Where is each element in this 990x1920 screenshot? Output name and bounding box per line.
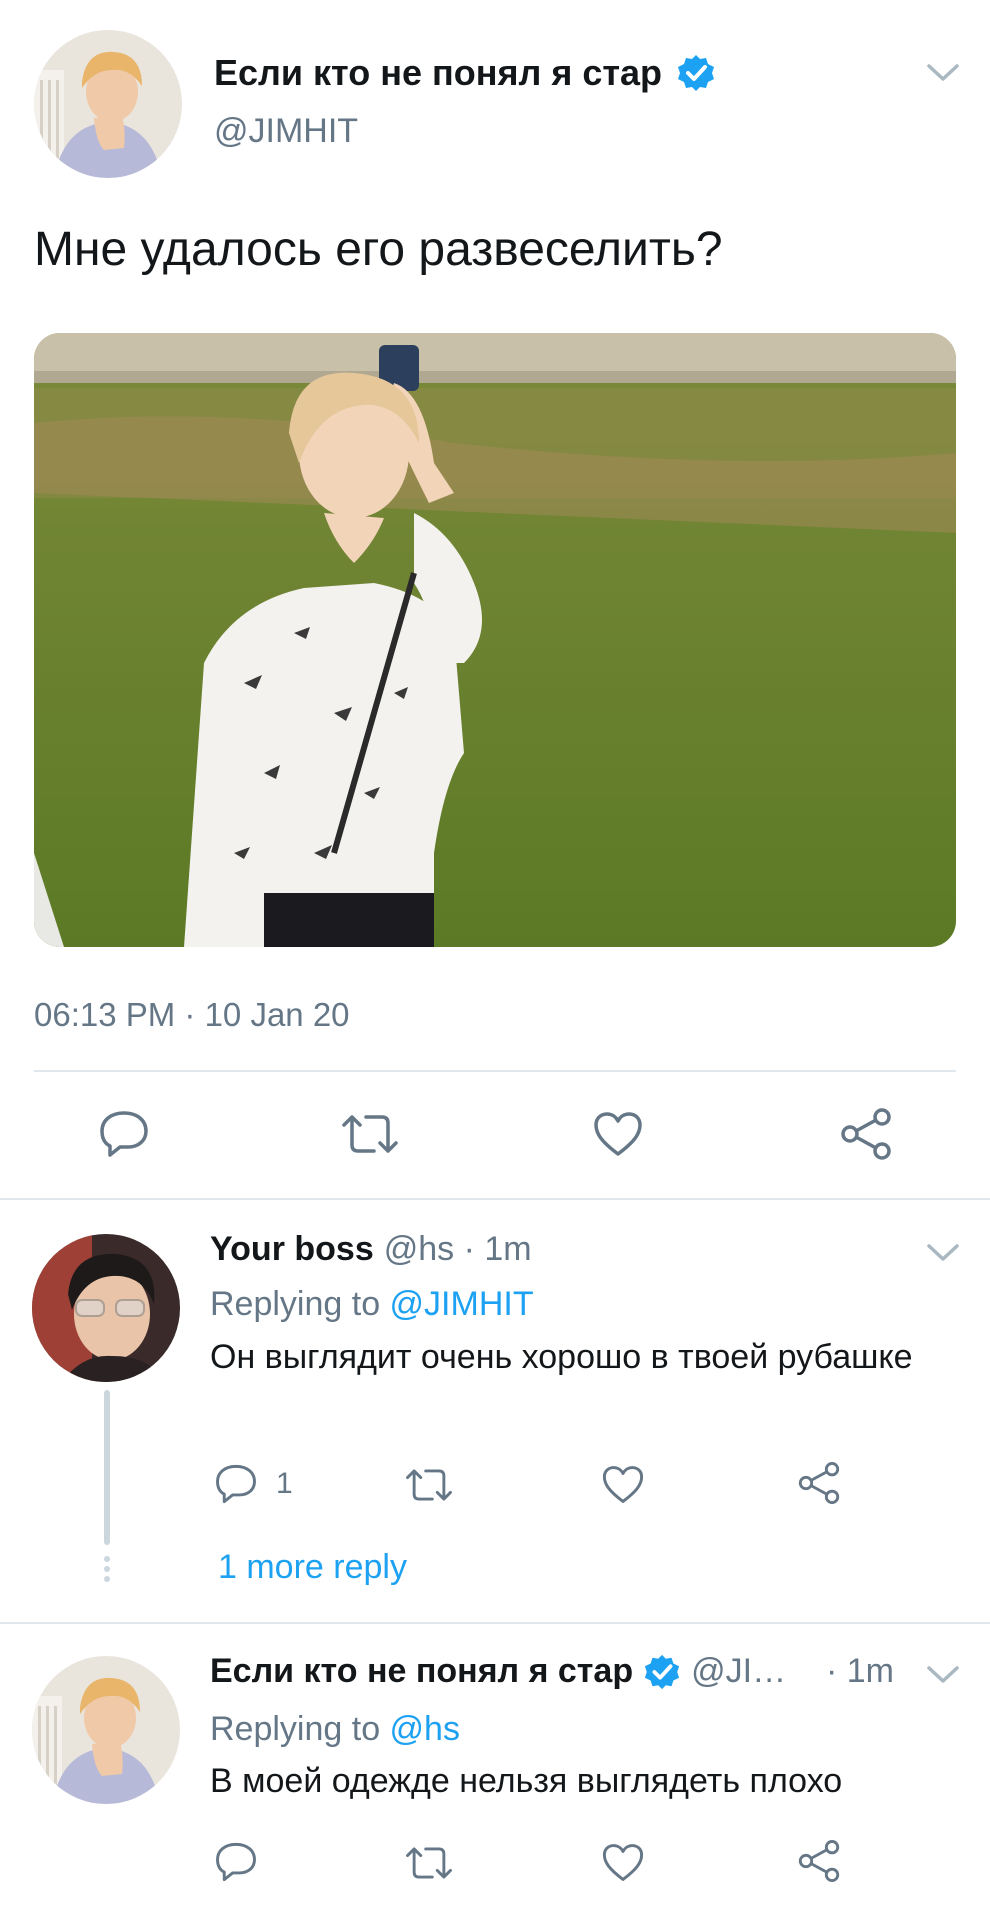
main-avatar[interactable]: [34, 30, 182, 178]
main-handle[interactable]: @JIMHIT: [214, 112, 358, 151]
retweet-button[interactable]: [404, 1466, 454, 1504]
main-display-name[interactable]: Если кто не понял я стар: [214, 52, 716, 94]
divider: [34, 1070, 956, 1072]
reply-icon: [214, 1463, 258, 1505]
retweet-icon: [404, 1466, 454, 1504]
replying-to-link[interactable]: @JIMHIT: [390, 1285, 534, 1323]
heart-icon: [601, 1464, 645, 1505]
reply-button[interactable]: [214, 1841, 258, 1883]
share-icon: [796, 1839, 842, 1883]
reply-time: · 1m: [826, 1652, 894, 1690]
share-button[interactable]: [838, 1107, 894, 1161]
divider: [0, 1622, 990, 1624]
reply-meta: @hs · 1m: [383, 1230, 532, 1268]
retweet-icon: [340, 1111, 400, 1157]
replying-to-link[interactable]: @hs: [390, 1710, 460, 1748]
reply-icon: [98, 1109, 150, 1159]
chevron-down-icon[interactable]: [926, 62, 960, 84]
reply-header: Your boss @hs · 1m: [210, 1230, 532, 1269]
reply-display-name[interactable]: Your boss: [210, 1230, 374, 1269]
chevron-down-icon[interactable]: [926, 1242, 960, 1264]
like-button[interactable]: [592, 1110, 644, 1158]
verified-badge-icon: [676, 53, 716, 93]
tweet-photo[interactable]: [34, 333, 956, 947]
replying-to: Replying to @hs: [210, 1710, 460, 1749]
thread-dot: [104, 1556, 110, 1562]
thread-dot: [104, 1576, 110, 1582]
reply-icon: [214, 1841, 258, 1883]
share-icon: [838, 1107, 894, 1161]
reply-button[interactable]: 1: [214, 1463, 293, 1505]
replying-to-label: Replying to: [210, 1710, 390, 1748]
reply-text: Он выглядит очень хорошо в твоей рубашке: [210, 1338, 913, 1376]
like-button[interactable]: [601, 1842, 645, 1883]
tweet-timestamp: 06:13 PM · 10 Jan 20: [34, 996, 350, 1033]
share-icon: [796, 1461, 842, 1505]
thread-dot: [104, 1566, 110, 1572]
reply-handle: @JI…: [691, 1652, 787, 1690]
heart-icon: [592, 1110, 644, 1158]
more-replies-link[interactable]: 1 more reply: [218, 1548, 407, 1587]
reply-button[interactable]: [98, 1109, 150, 1159]
replying-to: Replying to @JIMHIT: [210, 1285, 534, 1324]
like-button[interactable]: [601, 1464, 645, 1505]
retweet-button[interactable]: [404, 1844, 454, 1882]
share-button[interactable]: [796, 1839, 842, 1883]
heart-icon: [601, 1842, 645, 1883]
chevron-down-icon[interactable]: [926, 1664, 960, 1686]
verified-badge-icon: [643, 1653, 681, 1691]
replying-to-label: Replying to: [210, 1285, 390, 1323]
divider: [0, 1198, 990, 1200]
tweet-text: Мне удалось его развеселить?: [34, 223, 723, 276]
share-button[interactable]: [796, 1461, 842, 1505]
reply-avatar[interactable]: [32, 1234, 180, 1382]
retweet-icon: [404, 1844, 454, 1882]
main-display-name-text[interactable]: Если кто не понял я стар: [214, 52, 662, 94]
reply-avatar[interactable]: [32, 1656, 180, 1804]
reply-display-name[interactable]: Если кто не понял я стар: [210, 1652, 633, 1691]
retweet-button[interactable]: [340, 1111, 400, 1157]
reply-count: 1: [276, 1467, 293, 1500]
thread-line: [104, 1390, 110, 1545]
reply-text: В моей одежде нельзя выглядеть плохо: [210, 1762, 843, 1800]
reply-header: Если кто не понял я стар @JI…: [210, 1652, 786, 1691]
